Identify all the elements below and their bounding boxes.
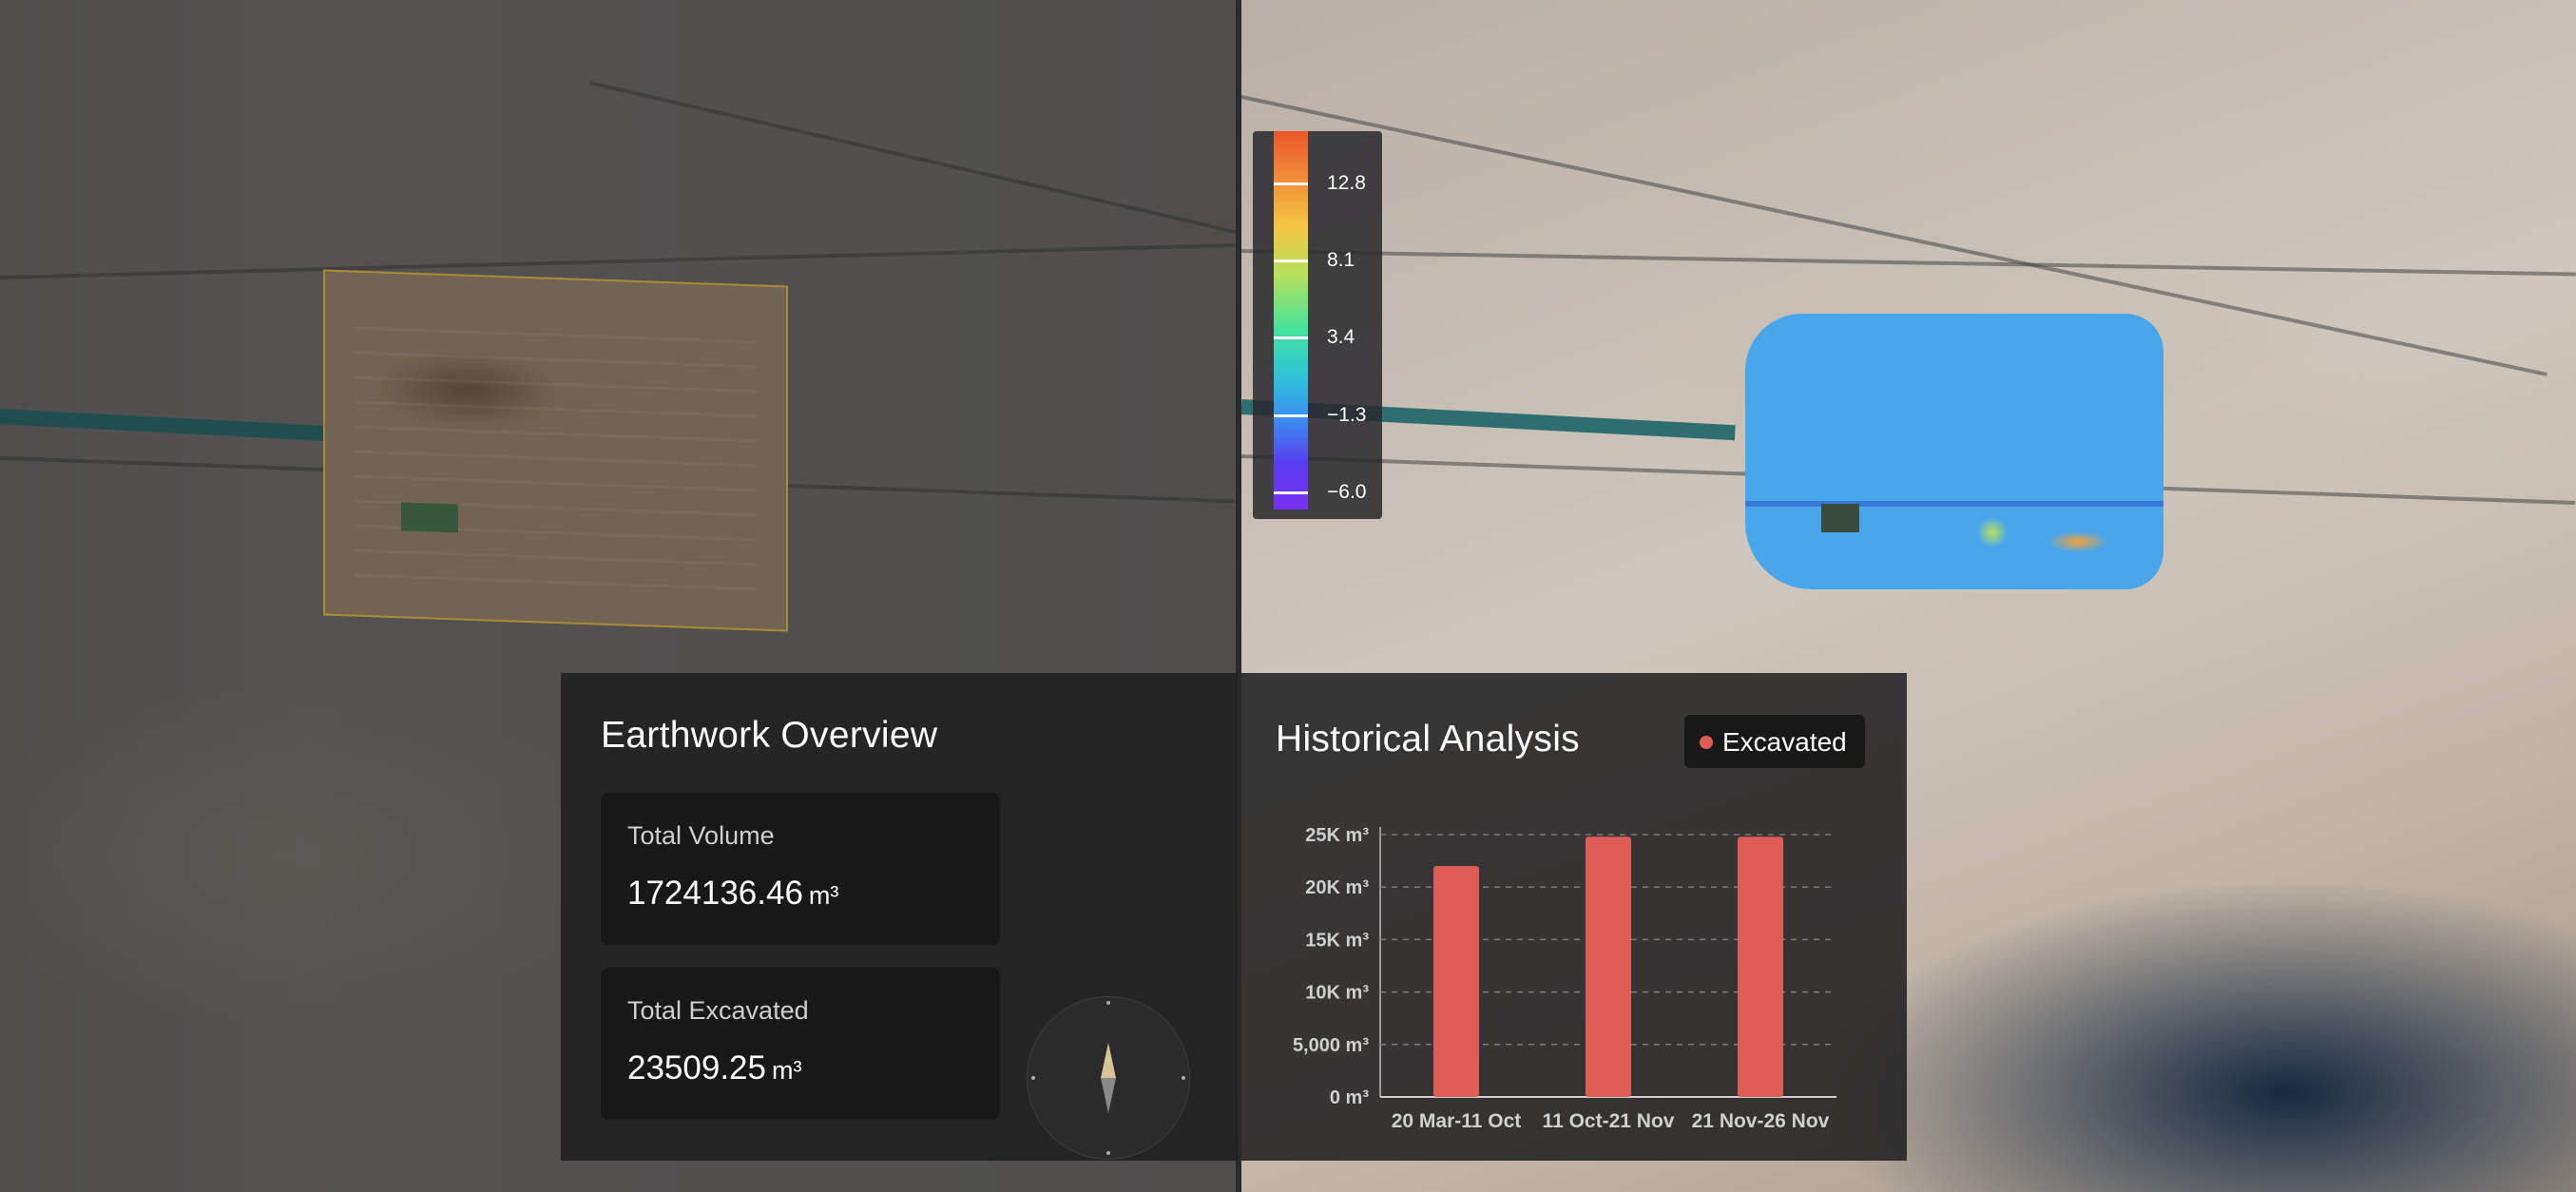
compass-icon[interactable]: [1027, 996, 1190, 1160]
y-tick-label: 10K m³: [1305, 983, 1369, 1004]
x-tick-label: 11 Oct-21 Nov: [1543, 1110, 1675, 1132]
colorbar-tick: [1274, 491, 1308, 494]
compass-mark: [1031, 1076, 1035, 1080]
colorbar-label: −1.3: [1327, 404, 1367, 426]
stat-value: 23509.25 m³: [627, 1049, 801, 1087]
y-tick-label: 5,000 m³: [1293, 1035, 1369, 1056]
map-road: [1241, 249, 2576, 277]
total-volume-value: 1724136.46: [627, 875, 803, 912]
map-road: [0, 242, 1236, 279]
stat-value: 1724136.46 m³: [627, 875, 838, 913]
historical-analysis-panel: Historical Analysis Excavated 0 m³ 5,000 …: [1241, 673, 1907, 1161]
stat-label: Total Excavated: [627, 996, 809, 1025]
colorbar-label: 12.8: [1327, 172, 1366, 194]
map-road: [588, 81, 1236, 235]
stat-unit: m³: [808, 881, 839, 910]
colorbar-tick: [1274, 260, 1308, 262]
elevation-colorbar: 12.8 8.1 3.4 −1.3 −6.0: [1253, 131, 1382, 519]
colorbar-tick: [1274, 336, 1308, 339]
elevation-change-heatmap[interactable]: [1745, 314, 2163, 589]
compass-north-needle: [1101, 1043, 1116, 1078]
stat-unit: m³: [771, 1056, 802, 1085]
colorbar-label: 3.4: [1327, 326, 1355, 348]
bar: [1433, 866, 1479, 1097]
heatmap-void: [1821, 504, 1859, 532]
earthwork-overview-panel: Earthwork Overview Total Volume 1724136.…: [561, 673, 1238, 1161]
pond-area: [401, 502, 458, 533]
compass-south-needle: [1101, 1078, 1116, 1113]
colorbar-tick: [1274, 414, 1308, 417]
compass-mark: [1106, 1151, 1110, 1155]
x-tick-label: 20 Mar-11 Oct: [1392, 1110, 1522, 1132]
bar: [1738, 836, 1783, 1097]
bar: [1586, 836, 1631, 1097]
colorbar-label: −6.0: [1327, 481, 1367, 503]
y-tick-label: 15K m³: [1305, 930, 1369, 951]
colorbar-gradient: [1274, 131, 1308, 509]
total-excavated-card: Total Excavated 23509.25 m³: [601, 968, 1000, 1120]
y-tick-label: 25K m³: [1305, 825, 1369, 846]
total-volume-card: Total Volume 1724136.46 m³: [601, 793, 1000, 945]
y-tick-label: 20K m³: [1305, 877, 1369, 898]
panel-title: Earthwork Overview: [601, 715, 938, 756]
colorbar-tick: [1274, 183, 1308, 185]
stat-label: Total Volume: [627, 821, 775, 850]
compass-mark: [1182, 1076, 1185, 1080]
y-tick-label: 0 m³: [1330, 1087, 1369, 1108]
survey-area-footprint[interactable]: [323, 269, 788, 632]
total-excavated-value: 23509.25: [627, 1049, 766, 1086]
colorbar-label: 8.1: [1327, 249, 1355, 271]
x-tick-label: 21 Nov-26 Nov: [1692, 1110, 1830, 1132]
historical-bar-chart: 0 m³ 5,000 m³ 10K m³ 15K m³ 20K m³ 25K m³ 20 M…: [1293, 825, 1836, 1132]
compass-mark: [1106, 1001, 1110, 1005]
